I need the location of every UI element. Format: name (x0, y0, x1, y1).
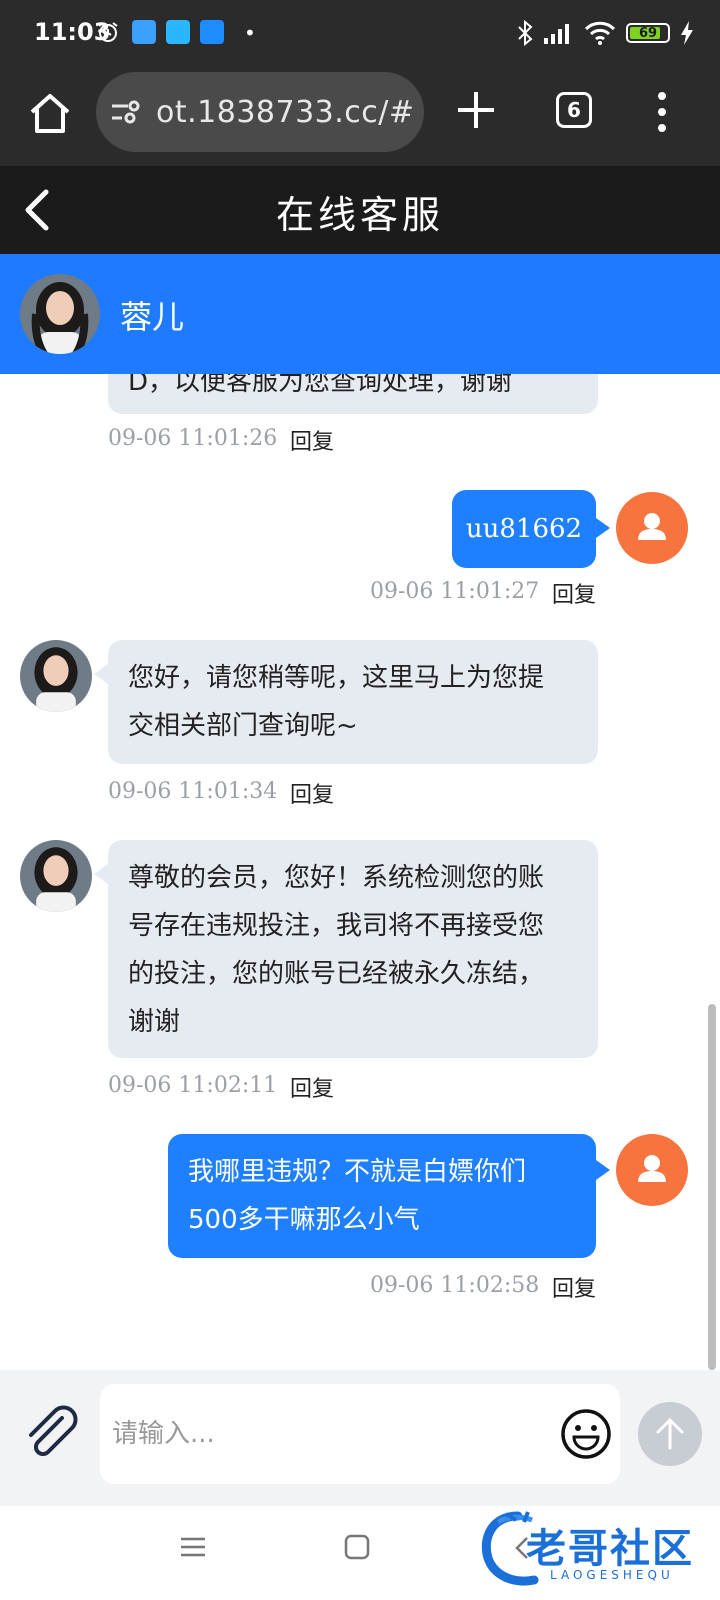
input-bar (0, 1370, 720, 1506)
agent-name: 蓉儿 (120, 298, 185, 336)
reply-button[interactable]: 回复 (552, 1271, 596, 1303)
message-time: 09-06 11:02:58 (370, 1273, 540, 1298)
charging-icon (681, 21, 693, 45)
message-line: 交相关部门查询呢~ (128, 711, 358, 741)
url-text: ot.1838733.cc/# (156, 94, 415, 130)
wifi-icon (584, 21, 616, 45)
nfc-icon (200, 20, 224, 44)
address-bar[interactable]: ot.1838733.cc/# (96, 72, 424, 152)
watermark-logo: 老哥社区 LAOGESHEQU (478, 1508, 714, 1588)
message-line: 号存在违规投注，我司将不再接受您 (128, 911, 545, 941)
watermark-subtext: LAOGESHEQU (550, 1568, 674, 1582)
watermark-text: 老哥社区 (526, 1526, 694, 1572)
gallery-icon (132, 20, 156, 44)
message-line: 我哪里违规？不就是白嫖你们 (188, 1157, 527, 1187)
emoji-icon[interactable] (560, 1408, 612, 1460)
reply-button[interactable]: 回复 (290, 424, 334, 456)
message-time: 09-06 11:01:34 (108, 779, 278, 804)
message-bubble: 我哪里违规？不就是白嫖你们 500多干嘛那么小气 (168, 1134, 596, 1258)
message-line: 尊敬的会员，您好！系统检测您的账 (128, 863, 545, 893)
battery-icon: 69 (626, 23, 670, 43)
user-icon (638, 513, 666, 540)
paperclip-icon[interactable] (22, 1404, 78, 1460)
agent-bar: 蓉儿 (0, 254, 720, 374)
browser-toolbar: ot.1838733.cc/# 6 (0, 66, 720, 166)
avatar[interactable] (20, 274, 100, 354)
reply-button[interactable]: 回复 (552, 577, 596, 609)
message-bubble: D，以便客服为您查询处理，谢谢 (108, 374, 598, 414)
reply-button[interactable]: 回复 (290, 1071, 334, 1103)
plus-icon[interactable] (454, 88, 498, 132)
bubble-tail (596, 518, 610, 538)
message-time: 09-06 11:01:27 (370, 579, 540, 604)
alarm-icon (98, 22, 118, 42)
page-title: 在线客服 (275, 193, 444, 237)
nav-home-icon[interactable] (344, 1534, 370, 1560)
message-line: 的投注，您的账号已经被永久冻结， (128, 959, 545, 989)
more-icon[interactable] (654, 90, 670, 134)
cloud-icon (166, 20, 190, 44)
message-time: 09-06 11:02:11 (108, 1073, 278, 1098)
user-icon (638, 1155, 666, 1182)
input-container (100, 1384, 620, 1484)
message-list[interactable]: D，以便客服为您查询处理，谢谢 09-06 11:01:26 回复 uu8166… (0, 374, 720, 1370)
site-settings-icon[interactable] (110, 96, 142, 128)
message-time: 09-06 11:01:26 (108, 426, 278, 451)
battery-level: 69 (638, 25, 658, 41)
message-input[interactable] (100, 1384, 540, 1484)
tabs-icon[interactable]: 6 (556, 92, 592, 128)
avatar[interactable] (20, 640, 92, 712)
status-dot: • (244, 21, 256, 45)
bubble-tail (94, 664, 108, 684)
message-bubble: 您好，请您稍等呢，这里马上为您提 交相关部门查询呢~ (108, 640, 598, 764)
avatar[interactable] (20, 840, 92, 912)
send-icon (656, 1418, 684, 1450)
message-bubble: uu81662 (452, 490, 596, 568)
message-line: 谢谢 (128, 1007, 181, 1037)
reply-button[interactable]: 回复 (290, 777, 334, 809)
signal-icon (544, 24, 569, 44)
status-right: 69 (516, 20, 694, 46)
message-text: uu81662 (465, 514, 583, 544)
message-line: 500多干嘛那么小气 (188, 1205, 420, 1235)
status-bar: 11:03 • 69 (0, 0, 720, 66)
nav-menu-icon[interactable] (180, 1536, 206, 1558)
message-bubble: 尊敬的会员，您好！系统检测您的账 号存在违规投注，我司将不再接受您 的投注，您的… (108, 840, 598, 1058)
send-button[interactable] (638, 1402, 702, 1466)
home-icon[interactable] (26, 90, 74, 138)
message-line: 您好，请您稍等呢，这里马上为您提 (128, 663, 545, 693)
user-avatar[interactable] (616, 492, 688, 564)
bluetooth-icon (518, 20, 533, 46)
bubble-tail (596, 1160, 610, 1180)
scrollbar[interactable] (708, 1004, 716, 1370)
message-text: D，以便客服为您查询处理，谢谢 (128, 374, 513, 397)
bubble-tail (94, 864, 108, 884)
user-avatar[interactable] (616, 1134, 688, 1206)
page-header: 在线客服 (0, 166, 720, 254)
